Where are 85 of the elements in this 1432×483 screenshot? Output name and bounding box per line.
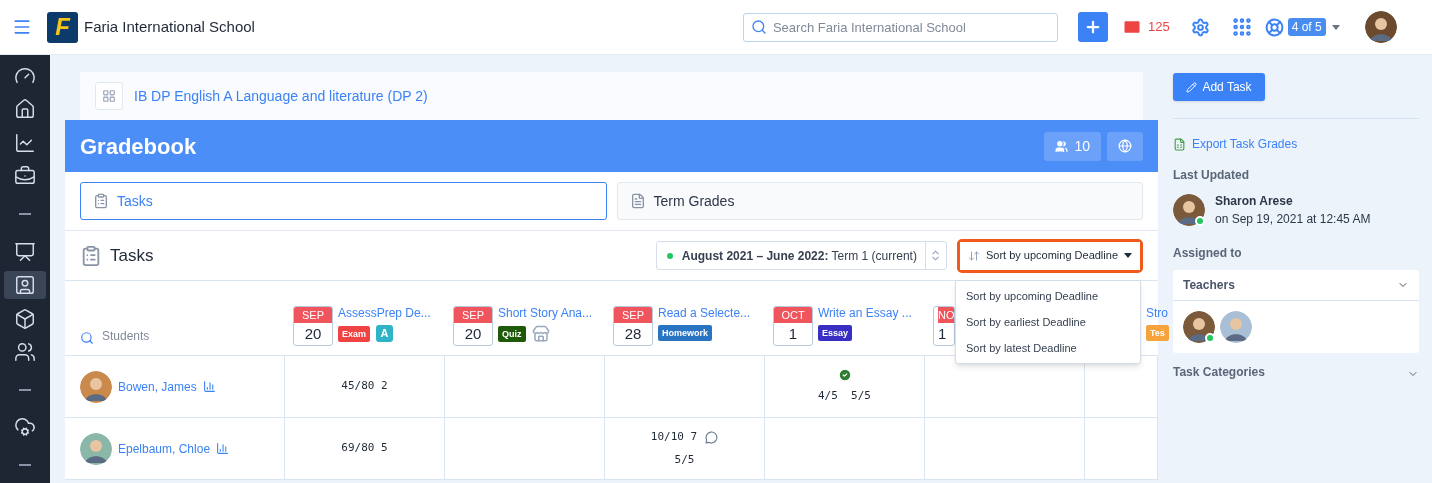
apps-grid-icon[interactable] <box>1230 16 1253 38</box>
search-icon <box>750 18 767 35</box>
update-time: on Sep 19, 2021 at 12:45 AM <box>1215 211 1371 228</box>
students-count-button[interactable]: 10 <box>1044 131 1101 161</box>
categories-toggle[interactable]: Task Categories <box>1173 363 1419 381</box>
search-field[interactable]: Search Faria International School <box>742 12 1058 42</box>
sort-icon <box>967 249 980 262</box>
score-text: 5/5 <box>674 451 695 468</box>
avatar <box>80 370 112 403</box>
teachers-toggle[interactable]: Teachers <box>1173 270 1419 300</box>
student-link[interactable]: Epelbaum, Chloe <box>118 439 211 458</box>
category-tag: Essay <box>818 325 853 341</box>
task-link[interactable]: AssessPrep De... <box>338 304 431 322</box>
line-chart-icon <box>14 131 36 154</box>
bar-chart-icon[interactable] <box>216 442 230 455</box>
sort-option[interactable]: Sort by earliest Deadline <box>956 309 1140 335</box>
app-badge: A <box>376 325 394 342</box>
section-label: Assigned to <box>1173 245 1243 262</box>
search-icon <box>80 331 94 345</box>
caret-icon <box>1124 253 1132 258</box>
home-icon <box>14 98 36 121</box>
section-label: Last Updated <box>1173 167 1250 184</box>
due-date: NO 1 <box>933 306 955 346</box>
messages-button[interactable]: 125 <box>1121 17 1170 37</box>
add-task-button[interactable]: Add Task <box>1173 73 1265 101</box>
comment-icon[interactable] <box>705 430 719 444</box>
tasks-icon <box>80 244 102 267</box>
users-icon <box>14 341 36 363</box>
user-board-icon <box>14 274 36 297</box>
presentation-icon <box>14 240 36 263</box>
sidebar-item[interactable] <box>4 271 46 299</box>
caret-icon[interactable] <box>1331 24 1340 30</box>
cube-icon <box>14 307 36 330</box>
due-date: SEP 28 <box>613 306 653 346</box>
users-icon <box>1055 139 1069 153</box>
export-link[interactable]: Export Task Grades <box>1192 135 1298 153</box>
clipboard-icon <box>93 193 109 209</box>
spreadsheet-icon <box>1173 137 1186 151</box>
section-title: Tasks <box>110 244 154 267</box>
category-tag: Exam <box>338 325 371 342</box>
score-text: 45/80 2 <box>341 378 388 395</box>
pencil-icon <box>1186 81 1198 93</box>
category-tag: Homework <box>658 325 712 341</box>
term-label: August 2021 – June 2022: Term 1 (current) <box>681 247 918 265</box>
due-date: SEP 20 <box>293 306 333 346</box>
score-text: 4/5 5/5 <box>818 388 871 405</box>
category-tag: Quiz <box>498 326 526 342</box>
task-link[interactable]: Stro <box>1146 304 1169 322</box>
student-link[interactable]: Bowen, James <box>118 377 197 396</box>
cloud-icon <box>14 416 36 439</box>
term-selector[interactable]: August 2021 – June 2022: Term 1 (current) <box>655 241 947 270</box>
due-date: SEP 20 <box>453 306 493 346</box>
due-date: OCT 1 <box>773 306 813 346</box>
menu-icon[interactable] <box>12 17 32 37</box>
category-tag: Tes <box>1146 325 1169 341</box>
updater-name: Sharon Arese <box>1215 193 1294 210</box>
task-link[interactable]: Write an Essay ... <box>818 304 912 322</box>
course-link[interactable]: IB DP English A Language and literature (DP 2) <box>134 85 428 107</box>
avatar <box>1364 11 1397 43</box>
bar-chart-icon[interactable] <box>202 380 216 393</box>
tab[interactable]: Term Grades <box>616 182 1143 220</box>
gradebook-title: Gradebook <box>80 132 197 161</box>
add-button[interactable] <box>1077 12 1108 42</box>
globe-button[interactable] <box>1107 131 1143 161</box>
avatar <box>80 432 112 465</box>
grid-icon <box>102 89 116 103</box>
help-progress-badge[interactable]: 4 of 5 <box>1287 18 1326 36</box>
task-link[interactable]: Short Story Ana... <box>498 304 593 322</box>
task-link[interactable]: Read a Selecte... <box>658 304 751 322</box>
sort-dropdown[interactable]: Sort by upcoming Deadline <box>959 241 1140 270</box>
avatar <box>1183 311 1215 343</box>
help-icon[interactable] <box>1264 17 1284 37</box>
settings-icon[interactable] <box>1190 17 1210 37</box>
document-icon <box>629 193 646 209</box>
globe-icon <box>1118 139 1132 153</box>
students-search-field[interactable]: Students <box>102 327 222 345</box>
score-text: 69/80 5 <box>341 440 388 457</box>
score-text: 10/10 7 <box>650 429 698 445</box>
school-logo: F <box>47 11 78 43</box>
tab[interactable]: Tasks <box>80 182 607 220</box>
sort-option[interactable]: Sort by latest Deadline <box>956 335 1140 361</box>
sort-option[interactable]: Sort by upcoming Deadline <box>956 283 1140 309</box>
store-icon <box>531 325 550 343</box>
avatar <box>1173 194 1205 226</box>
school-name: Faria International School <box>84 16 255 37</box>
